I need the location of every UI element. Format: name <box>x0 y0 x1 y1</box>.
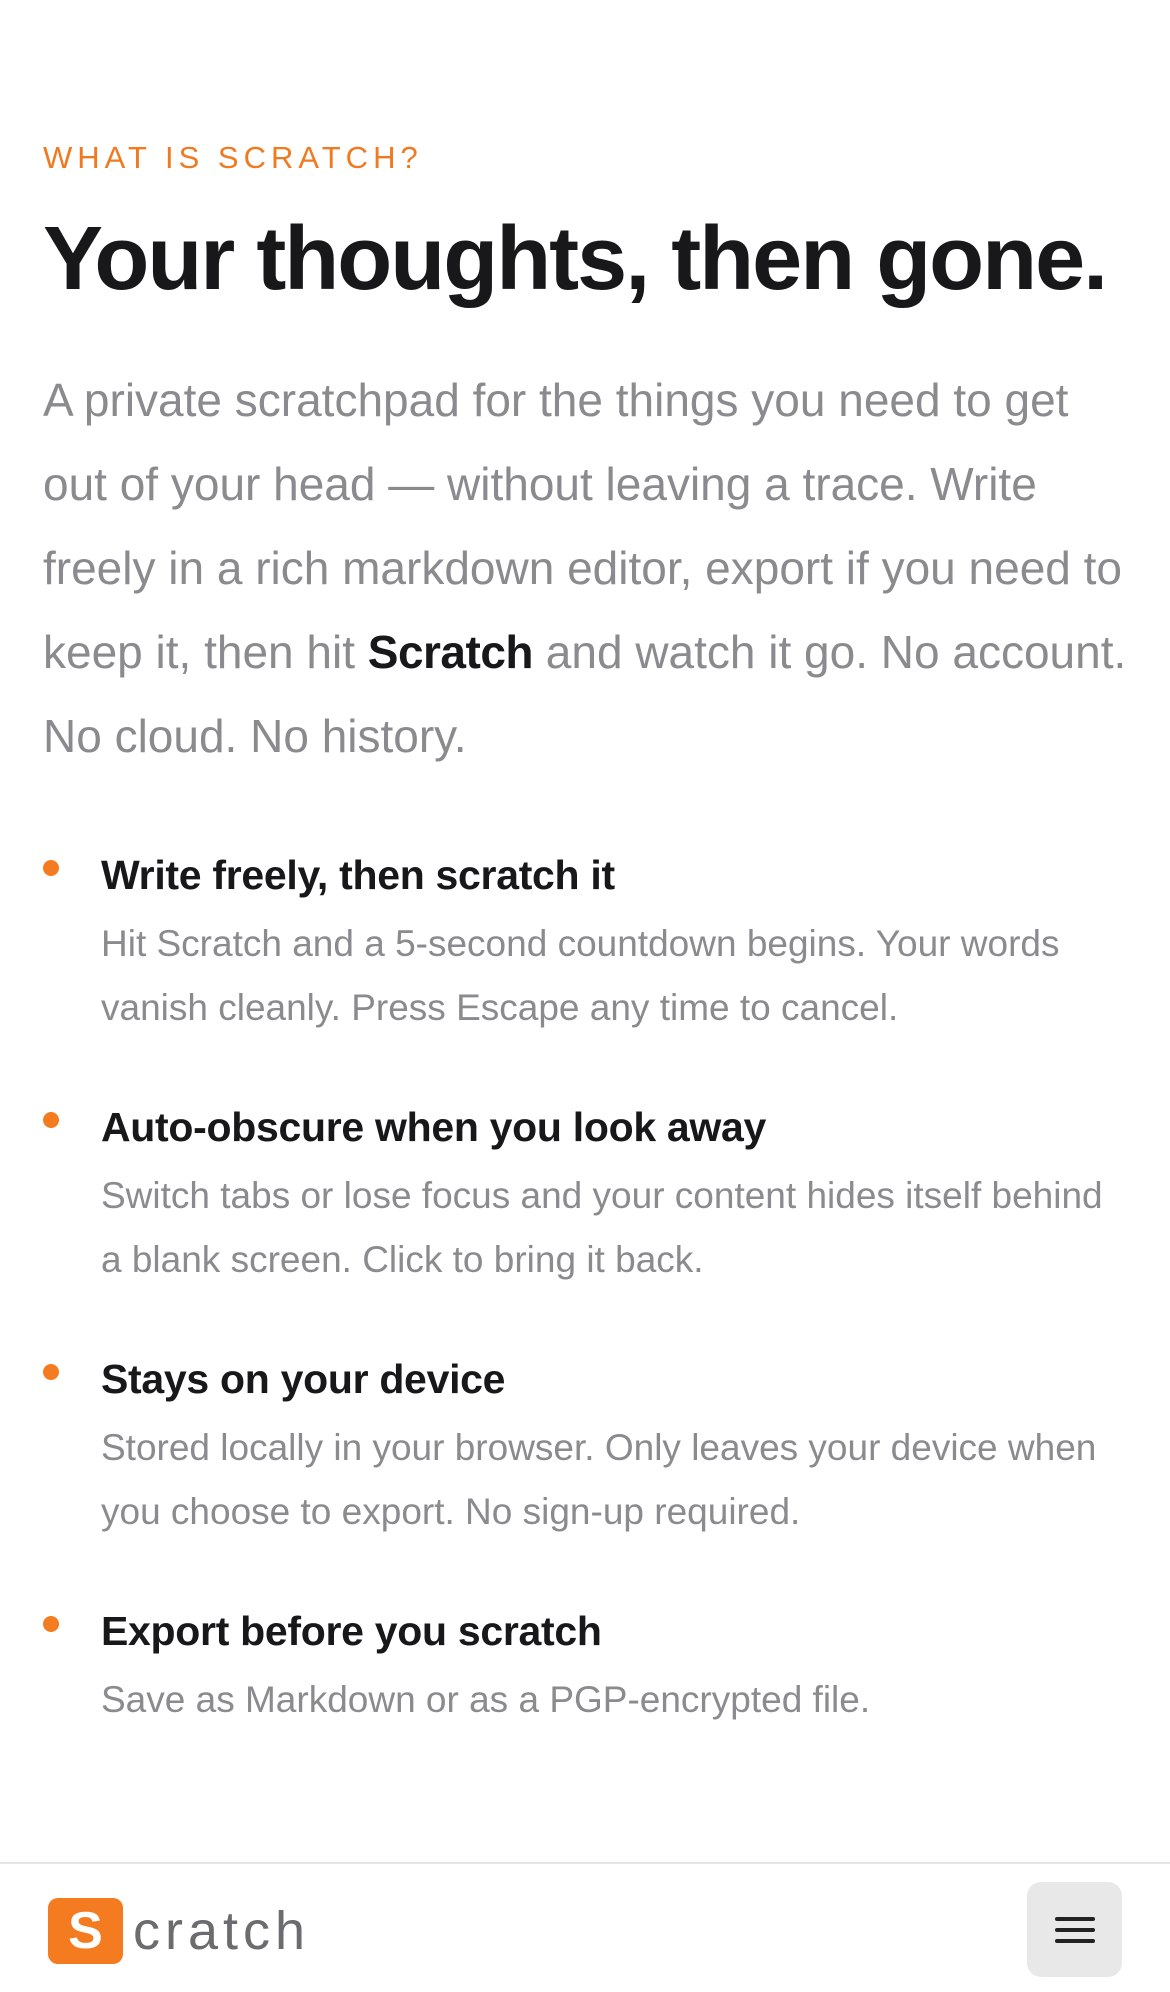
feature-item: Stays on your device Stored locally in y… <box>43 1350 1133 1544</box>
bullet-dot-icon <box>43 860 59 876</box>
feature-title: Auto-obscure when you look away <box>101 1104 767 1150</box>
hamburger-menu-icon <box>1054 1916 1095 1943</box>
bullet-dot-icon <box>43 1112 59 1128</box>
feature-description: Hit Scratch and a 5-second countdown beg… <box>101 923 1060 1028</box>
feature-description: Stored locally in your browser. Only lea… <box>101 1427 1097 1532</box>
section-eyebrow: WHAT IS SCRATCH? <box>43 140 423 175</box>
feature-item: Auto-obscure when you look away Switch t… <box>43 1098 1133 1292</box>
bullet-dot-icon <box>43 1616 59 1632</box>
feature-item: Export before you scratch Save as Markdo… <box>43 1602 1133 1732</box>
logo-wordmark: cratch <box>133 1901 311 1961</box>
logo-mark: S <box>48 1898 123 1964</box>
feature-title: Stays on your device <box>101 1356 506 1402</box>
bullet-dot-icon <box>43 1364 59 1380</box>
feature-description: Save as Markdown or as a PGP-encrypted f… <box>101 1679 871 1720</box>
intro-scratch-emphasis: Scratch <box>367 626 534 678</box>
scratch-logo[interactable]: S cratch <box>48 1898 310 1964</box>
feature-description: Switch tabs or lose focus and your conte… <box>101 1175 1103 1280</box>
feature-title: Export before you scratch <box>101 1608 602 1654</box>
page-title: Your thoughts, then gone. <box>43 209 1108 309</box>
feature-title: Write freely, then scratch it <box>101 852 615 898</box>
feature-list: Write freely, then scratch it Hit Scratc… <box>43 846 1133 1790</box>
feature-item: Write freely, then scratch it Hit Scratc… <box>43 846 1133 1040</box>
intro-paragraph: A private scratchpad for the things you … <box>43 358 1133 778</box>
bottom-navigation-bar: S cratch <box>0 1862 1170 1992</box>
menu-button[interactable] <box>1027 1882 1122 1977</box>
